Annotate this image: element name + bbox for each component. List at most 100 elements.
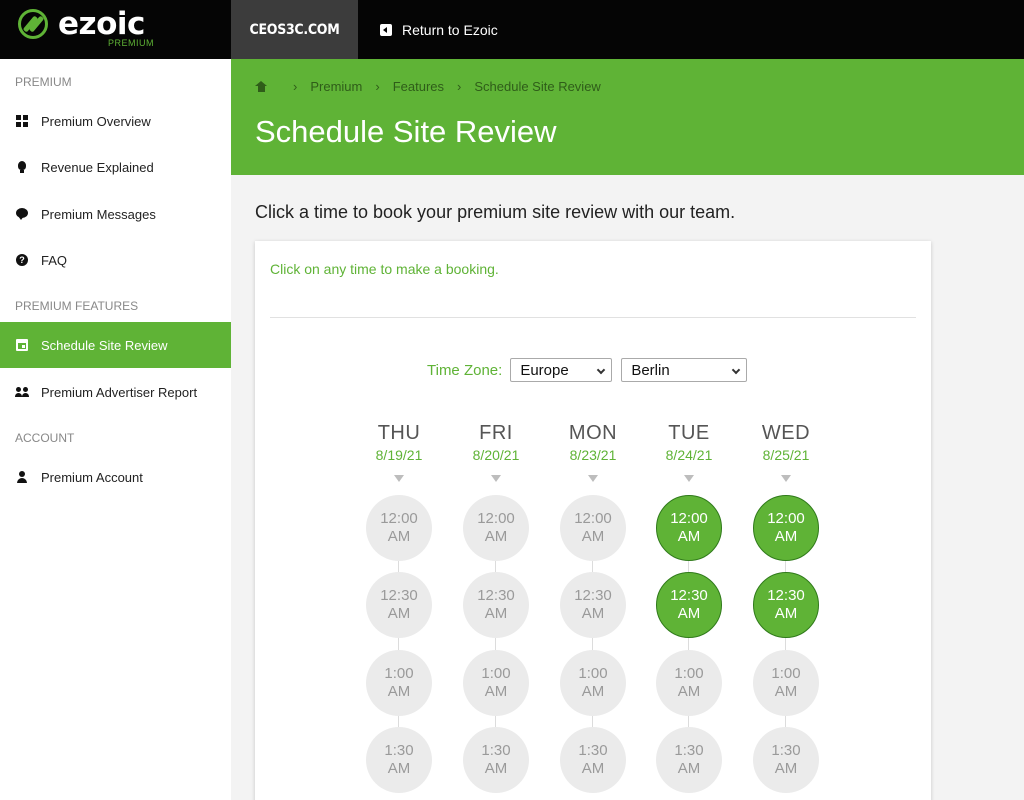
timezone-region-select[interactable]: Europe (510, 358, 613, 382)
city-value: Berlin (631, 361, 670, 379)
region-value: Europe (520, 361, 569, 379)
slot-time: 1:30 (578, 742, 608, 759)
time-slot-available[interactable]: 12:00 AM (656, 495, 722, 561)
slot-period: AM (581, 605, 605, 622)
sidebar-item-label: Premium Advertiser Report (41, 384, 198, 400)
return-link-label: Return to Ezoic (402, 21, 498, 38)
sidebar-item-revenue-explained[interactable]: Revenue Explained (0, 144, 231, 190)
slot-period: AM (387, 683, 411, 700)
sidebar-item-schedule-site-review[interactable]: Schedule Site Review (0, 322, 231, 368)
time-slot-unavailable[interactable]: 12:00 AM (366, 495, 432, 561)
time-slot-unavailable[interactable]: 1:00 AM (463, 650, 529, 716)
booking-instruction: Click on any time to make a booking. (270, 261, 499, 277)
time-slot-available[interactable]: 12:00 AM (753, 495, 819, 561)
time-slot-available[interactable]: 12:30 AM (753, 572, 819, 638)
day-date: 8/25/21 (762, 447, 810, 463)
slot-connector (688, 561, 689, 572)
sidebar-item-label: Premium Messages (41, 206, 156, 222)
home-icon[interactable] (255, 81, 267, 92)
slot-time: 12:30 (574, 587, 612, 604)
time-slot-unavailable[interactable]: 1:30 AM (463, 727, 529, 793)
slot-time: 1:00 (578, 665, 608, 682)
chevron-down-icon (597, 365, 606, 375)
user-icon (16, 471, 28, 483)
day-date: 8/20/21 (472, 447, 520, 463)
logo-premium-label: PREMIUM (108, 38, 154, 48)
sidebar-item-premium-account[interactable]: Premium Account (0, 454, 231, 500)
slot-period: AM (677, 605, 701, 622)
slot-connector (398, 561, 399, 572)
breadcrumb-premium[interactable]: Premium (310, 79, 362, 94)
time-slot-unavailable[interactable]: 1:00 AM (366, 650, 432, 716)
sidebar-item-label: Premium Account (41, 469, 143, 485)
back-arrow-icon (380, 23, 392, 36)
slot-period: AM (774, 683, 798, 700)
time-slot-unavailable[interactable]: 1:30 AM (366, 727, 432, 793)
time-slot-unavailable[interactable]: 1:30 AM (656, 727, 722, 793)
slot-time: 12:00 (380, 510, 418, 527)
site-tab[interactable]: CEOS3C.COM (231, 0, 358, 59)
caret-down-icon (491, 475, 501, 482)
timezone-city-select[interactable]: Berlin (621, 358, 748, 382)
slot-connector (495, 561, 496, 572)
time-slot-unavailable[interactable]: 1:00 AM (560, 650, 626, 716)
time-slot-unavailable[interactable]: 12:00 AM (560, 495, 626, 561)
day-date: 8/24/21 (665, 447, 713, 463)
caret-down-icon (781, 475, 791, 482)
time-slot-unavailable[interactable]: 12:30 AM (366, 572, 432, 638)
day-name: TUE (668, 422, 710, 444)
time-slot-unavailable[interactable]: 1:30 AM (560, 727, 626, 793)
sidebar-item-faq[interactable]: ? FAQ (0, 237, 231, 283)
caret-down-icon (394, 475, 404, 482)
timezone-row: Time Zone: Europe Berlin (427, 358, 756, 382)
slot-time: 12:00 (670, 510, 708, 527)
time-slot-available[interactable]: 12:30 AM (656, 572, 722, 638)
slot-connector (398, 716, 399, 727)
slot-time: 1:30 (674, 742, 704, 759)
sidebar-item-premium-messages[interactable]: Premium Messages (0, 191, 231, 237)
slot-time: 1:00 (481, 665, 511, 682)
sidebar-item-premium-overview[interactable]: Premium Overview (0, 98, 231, 144)
time-slot-unavailable[interactable]: 12:00 AM (463, 495, 529, 561)
slot-connector (592, 561, 593, 572)
sidebar-item-label: FAQ (41, 252, 68, 268)
slot-connector (592, 638, 593, 650)
day-column: THU 8/19/21 12:00 AM 12:30 AM 1:00 AM 1:30 AM (366, 422, 432, 793)
day-column: TUE 8/24/21 12:00 AM 12:30 AM 1:00 AM 1:30 AM (656, 422, 722, 793)
slot-time: 1:00 (384, 665, 414, 682)
sidebar-item-label: Revenue Explained (41, 159, 154, 175)
slot-connector (785, 561, 786, 572)
sidebar: PREMIUM Premium Overview Revenue Explain… (0, 59, 231, 800)
calendar-icon (16, 339, 28, 351)
day-name: THU (377, 422, 421, 444)
time-slot-unavailable[interactable]: 12:30 AM (560, 572, 626, 638)
time-slot-unavailable[interactable]: 1:00 AM (753, 650, 819, 716)
sidebar-section-account: ACCOUNT (15, 431, 75, 445)
sidebar-item-premium-advertiser-report[interactable]: Premium Advertiser Report (0, 369, 231, 415)
slot-time: 12:00 (477, 510, 515, 527)
chat-icon (16, 208, 28, 220)
slot-time: 12:00 (767, 510, 805, 527)
help-icon: ? (16, 254, 28, 266)
breadcrumb-current: Schedule Site Review (474, 79, 601, 94)
slot-period: AM (774, 760, 798, 777)
lightbulb-icon (16, 161, 28, 173)
slot-period: AM (484, 528, 508, 545)
timezone-label: Time Zone: (427, 361, 503, 379)
slot-time: 12:30 (380, 587, 418, 604)
ezoic-logo[interactable]: ezoic PREMIUM (0, 0, 231, 59)
slot-time: 12:00 (574, 510, 612, 527)
slot-connector (398, 638, 399, 650)
day-name: FRI (479, 422, 513, 444)
slot-period: AM (484, 683, 508, 700)
slot-period: AM (677, 760, 701, 777)
time-slot-unavailable[interactable]: 1:30 AM (753, 727, 819, 793)
time-slot-unavailable[interactable]: 12:30 AM (463, 572, 529, 638)
sidebar-section-premium: PREMIUM (15, 75, 72, 89)
grid-icon (16, 115, 28, 127)
breadcrumb-features[interactable]: Features (393, 79, 444, 94)
return-to-ezoic-link[interactable]: Return to Ezoic (380, 0, 498, 59)
caret-down-icon (588, 475, 598, 482)
intro-text: Click a time to book your premium site r… (255, 202, 736, 222)
time-slot-unavailable[interactable]: 1:00 AM (656, 650, 722, 716)
